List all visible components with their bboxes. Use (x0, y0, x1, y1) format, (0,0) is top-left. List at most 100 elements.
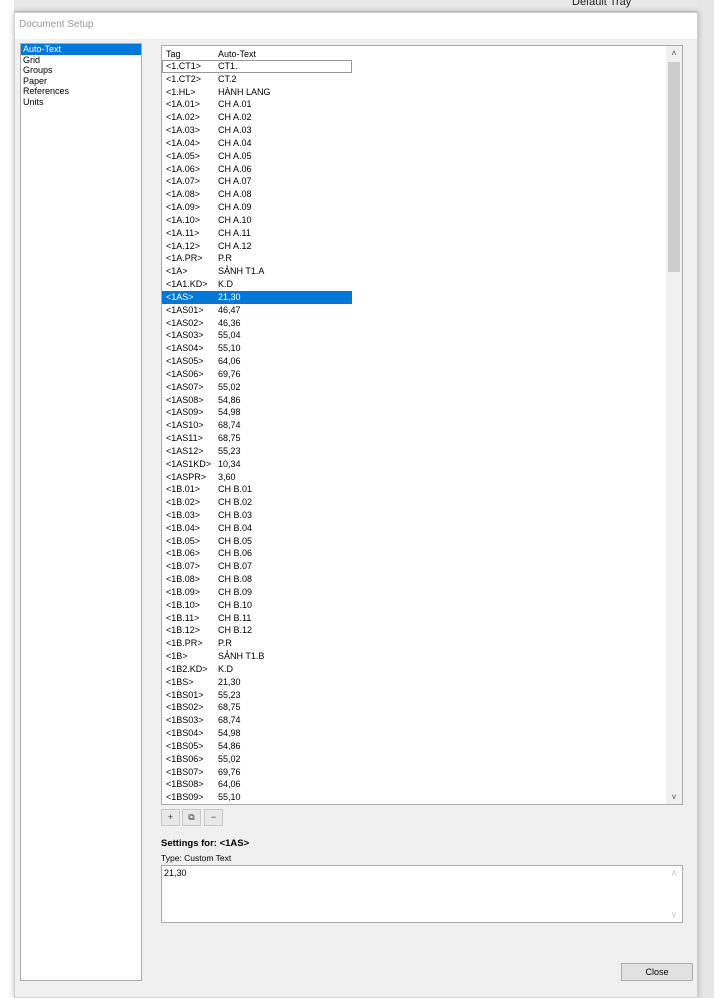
auto-text-cell: 55,10 (218, 343, 241, 354)
auto-text-cell: CH A.02 (218, 112, 252, 123)
list-header: Tag Auto-Text (162, 46, 682, 60)
scroll-up-icon[interactable]: ˄ (666, 866, 682, 880)
textarea-scrollbar[interactable]: ˄ ˅ (666, 866, 682, 922)
table-row[interactable]: <1A.07> CH A.07 (162, 175, 352, 188)
table-row[interactable]: <1AS11> 68,75 (162, 432, 352, 445)
table-row[interactable]: <1AS05> 64,06 (162, 355, 352, 368)
table-row[interactable]: <1A.PR> P.R (162, 252, 352, 265)
table-row[interactable]: <1AS> 21,30 (162, 290, 352, 304)
table-row[interactable]: <1B.10> CH B.10 (162, 599, 352, 612)
table-row[interactable]: <1B.03> CH B.03 (162, 509, 352, 522)
table-row[interactable]: <1BS03> 68,74 (162, 714, 352, 727)
remove-tag-button[interactable]: − (204, 809, 223, 826)
table-row[interactable]: <1AS1KD> 10,34 (162, 458, 352, 471)
auto-text-cell: 10,34 (218, 458, 241, 469)
table-row[interactable]: <1AS01> 46,47 (162, 304, 352, 317)
table-row[interactable]: <1B2.KD> K.D (162, 663, 352, 676)
table-row[interactable]: <1B.01> CH B.01 (162, 483, 352, 496)
auto-text-cell: CH B.09 (218, 586, 253, 597)
table-row[interactable]: <1AS09> 54,98 (162, 406, 352, 419)
table-row[interactable]: <1BS> 21,30 (162, 676, 352, 689)
table-row[interactable]: <1A1.KD> K.D (162, 278, 352, 291)
table-row[interactable]: <1B.12> CH B.12 (162, 624, 352, 637)
table-row[interactable]: <1AS10> 68,74 (162, 419, 352, 432)
table-row[interactable]: <1A.11> CH A.11 (162, 227, 352, 240)
add-tag-button[interactable]: + (161, 809, 180, 826)
table-row[interactable]: <1AS08> 54,86 (162, 394, 352, 407)
list-scrollbar[interactable]: ˄ ˅ (666, 46, 682, 804)
auto-text-cell: CH B.12 (218, 625, 253, 636)
table-row[interactable]: <1B.06> CH B.06 (162, 547, 352, 560)
table-row[interactable]: <1AS06> 69,76 (162, 368, 352, 381)
tag-cell: <1B.PR> (166, 638, 203, 649)
auto-text-value-field[interactable]: 21,30 ˄ ˅ (161, 865, 683, 923)
table-row[interactable]: <1AS02> 46,36 (162, 317, 352, 330)
tag-cell: <1AS03> (166, 330, 204, 341)
table-row[interactable]: <1BS06> 55,02 (162, 753, 352, 766)
scroll-up-icon[interactable]: ˄ (666, 46, 682, 60)
table-row[interactable]: <1A.03> CH A.03 (162, 124, 352, 137)
table-row[interactable]: <1BS07> 69,76 (162, 766, 352, 779)
duplicate-tag-button[interactable]: ⧉ (182, 809, 201, 826)
table-row[interactable]: <1AS07> 55,02 (162, 381, 352, 394)
nav-item-auto-text[interactable]: Auto-Text (21, 44, 141, 55)
document-setup-dialog: Document Setup Auto-Text Grid Groups Paper R… (14, 12, 698, 998)
background-tray-label: Default Tray (572, 0, 632, 8)
table-row[interactable]: <1A.12> CH A.12 (162, 240, 352, 253)
table-row[interactable]: <1AS04> 55,10 (162, 342, 352, 355)
nav-item-references[interactable]: References (21, 86, 141, 97)
tag-cell: <1AS02> (166, 317, 204, 328)
table-row[interactable]: <1A.08> CH A.08 (162, 188, 352, 201)
table-row[interactable]: <1A> SẢNH T1.A (162, 265, 352, 278)
nav-item-units[interactable]: Units (21, 97, 141, 108)
close-button[interactable]: Close (621, 963, 693, 981)
table-row[interactable]: <1.CT1> CT1. (162, 60, 352, 73)
table-row[interactable]: <1BS05> 54,86 (162, 740, 352, 753)
table-row[interactable]: <1AS12> 55,23 (162, 445, 352, 458)
table-row[interactable]: <1BS08> 64,06 (162, 778, 352, 791)
nav-item-paper[interactable]: Paper (21, 76, 141, 87)
table-row[interactable]: <1A.05> CH A.05 (162, 150, 352, 163)
table-row[interactable]: <1ASPR> 3,60 (162, 471, 352, 484)
table-row[interactable]: <1A.09> CH A.09 (162, 201, 352, 214)
nav-item-grid[interactable]: Grid (21, 55, 141, 66)
auto-text-list[interactable]: Tag Auto-Text <1.CT1> CT1. <1.CT2> CT.2 <1.H… (161, 45, 683, 805)
table-row[interactable]: <1A.02> CH A.02 (162, 111, 352, 124)
nav-item-groups[interactable]: Groups (21, 65, 141, 76)
table-row[interactable]: <1B.11> CH B.11 (162, 612, 352, 625)
category-list[interactable]: Auto-Text Grid Groups Paper References Units (20, 43, 142, 981)
table-row[interactable]: <1B.07> CH B.07 (162, 560, 352, 573)
tag-cell: <1B.07> (166, 561, 201, 572)
tag-cell: <1AS05> (166, 356, 204, 367)
table-row[interactable]: <1B.02> CH B.02 (162, 496, 352, 509)
table-row[interactable]: <1B> SẢNH T1.B (162, 650, 352, 663)
auto-text-cell: CH B.10 (218, 599, 253, 610)
column-header-tag[interactable]: Tag (166, 47, 181, 61)
table-row[interactable]: <1B.08> CH B.08 (162, 573, 352, 586)
table-row[interactable]: <1.HL> HÀNH LANG (162, 86, 352, 99)
table-row[interactable]: <1B.PR> P.R (162, 637, 352, 650)
scroll-down-icon[interactable]: ˅ (666, 790, 682, 804)
table-row[interactable]: <1BS02> 68,75 (162, 701, 352, 714)
table-row[interactable]: <1B.05> CH B.05 (162, 535, 352, 548)
table-row[interactable]: <1A.06> CH A.06 (162, 163, 352, 176)
auto-text-cell: CH A.04 (218, 137, 252, 148)
auto-text-cell: CH B.07 (218, 561, 253, 572)
column-header-auto-text[interactable]: Auto-Text (218, 47, 256, 61)
auto-text-cell: P.R (218, 638, 232, 649)
table-row[interactable]: <1AS03> 55,04 (162, 329, 352, 342)
table-row[interactable]: <1A.04> CH A.04 (162, 137, 352, 150)
table-row[interactable]: <1.CT2> CT.2 (162, 73, 352, 86)
table-row[interactable]: <1B.04> CH B.04 (162, 522, 352, 535)
scrollbar-thumb[interactable] (668, 62, 680, 272)
table-row[interactable]: <1B.09> CH B.09 (162, 586, 352, 599)
table-row[interactable]: <1A.01> CH A.01 (162, 98, 352, 111)
tag-cell: <1AS10> (166, 420, 204, 431)
auto-text-cell: 68,74 (218, 715, 241, 726)
scroll-down-icon[interactable]: ˅ (666, 908, 682, 922)
table-row[interactable]: <1BS09> 55,10 (162, 791, 352, 804)
tag-cell: <1B.02> (166, 497, 201, 508)
table-row[interactable]: <1BS01> 55,23 (162, 689, 352, 702)
table-row[interactable]: <1BS04> 54,98 (162, 727, 352, 740)
table-row[interactable]: <1A.10> CH A.10 (162, 214, 352, 227)
